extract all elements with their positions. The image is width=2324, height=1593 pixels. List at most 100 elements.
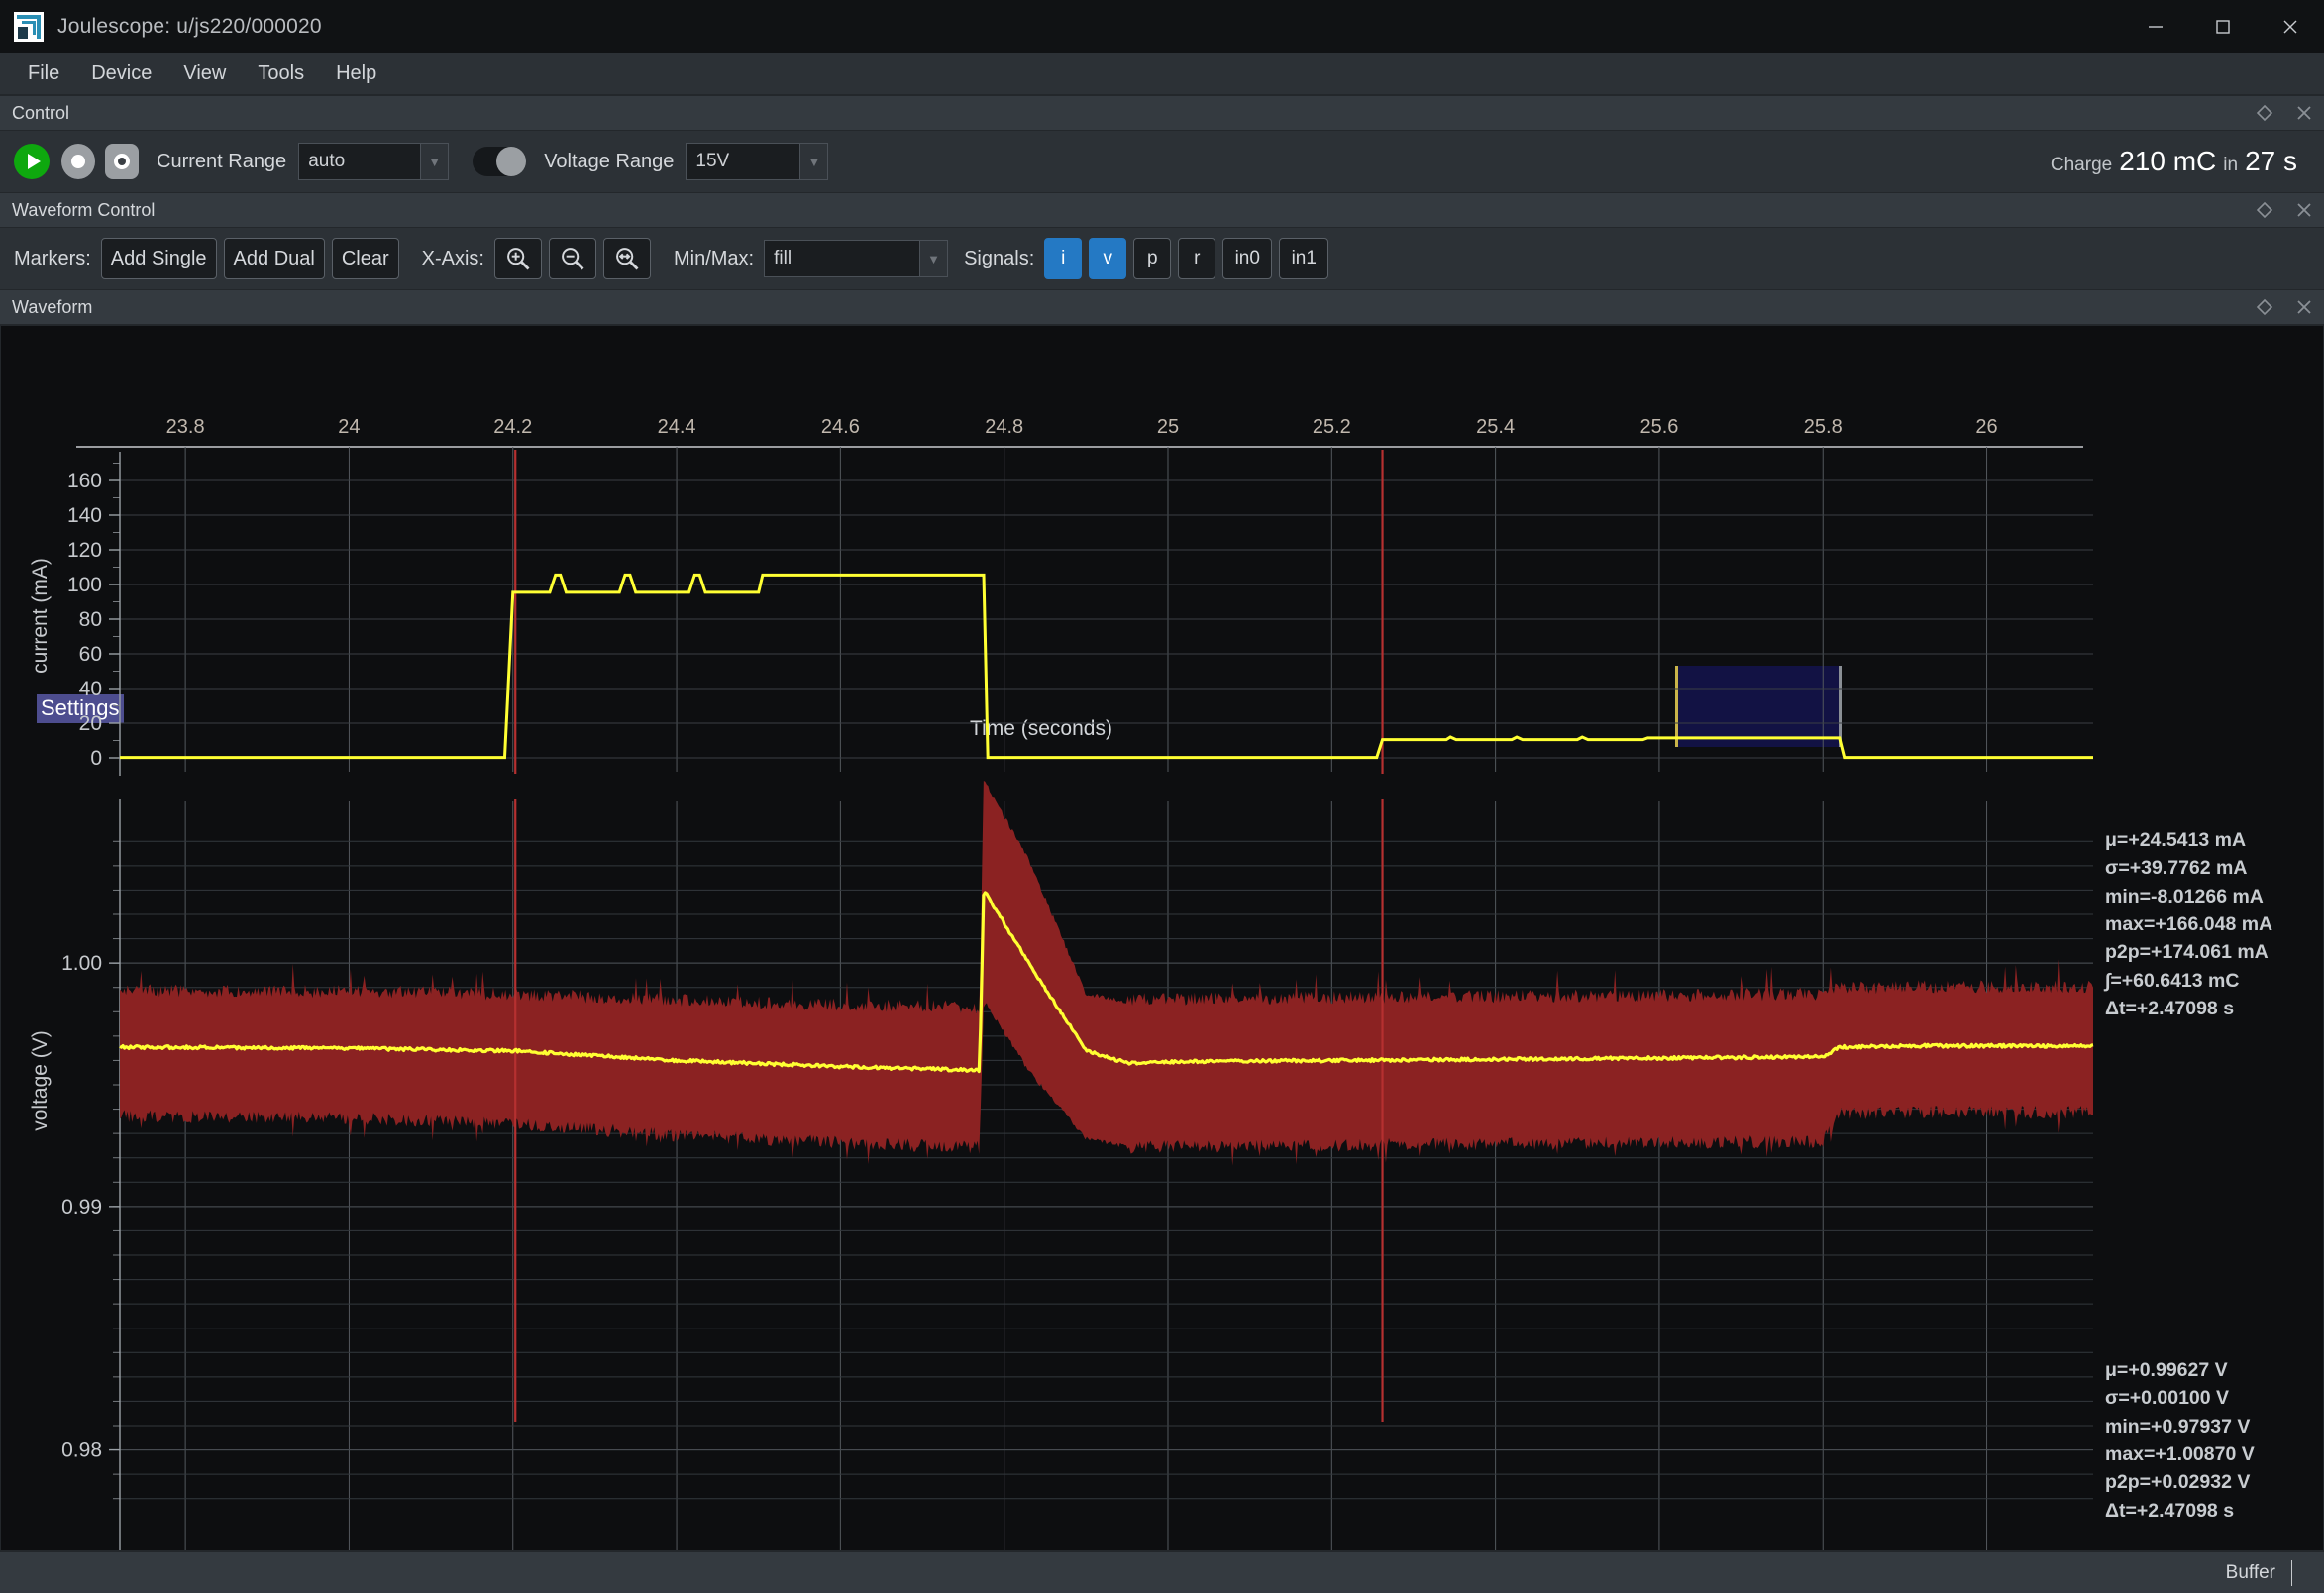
signal-button-in0[interactable]: in0 <box>1222 238 1272 279</box>
svg-text:100: 100 <box>67 574 102 596</box>
current-stat-min: min=-8.01266 mA <box>2105 883 2272 910</box>
waveform-control-panel-header: Waveform Control <box>0 192 2324 228</box>
signal-button-v[interactable]: v <box>1089 238 1126 279</box>
close-icon[interactable] <box>2284 96 2324 130</box>
maximize-icon[interactable] <box>2189 0 2257 53</box>
signal-button-i[interactable]: i <box>1044 238 1082 279</box>
waveform-panel-title: Waveform <box>0 297 92 318</box>
signal-button-p[interactable]: p <box>1133 238 1171 279</box>
charge-mid: in <box>2223 155 2238 176</box>
close-icon[interactable] <box>2284 193 2324 227</box>
voltage-toggle[interactable] <box>473 147 526 176</box>
voltage-stat-max: max=+1.00870 V <box>2105 1440 2255 1468</box>
menu-view[interactable]: View <box>167 56 242 91</box>
voltage-stat-mean: μ=+0.99627 V <box>2105 1356 2255 1384</box>
minmax-label: Min/Max: <box>674 248 754 270</box>
markers-label: Markers: <box>14 248 91 270</box>
menu-device[interactable]: Device <box>75 56 167 91</box>
status-separator <box>2291 1560 2292 1586</box>
svg-text:0.98: 0.98 <box>61 1439 102 1462</box>
play-button[interactable] <box>14 144 50 179</box>
chevron-down-icon: ▼ <box>799 144 827 179</box>
svg-text:60: 60 <box>79 643 102 666</box>
svg-text:25.6: 25.6 <box>1639 416 1678 438</box>
record-statistics-button[interactable] <box>105 144 139 179</box>
menu-tools[interactable]: Tools <box>242 56 320 91</box>
svg-text:140: 140 <box>67 504 102 527</box>
svg-text:80: 80 <box>79 608 102 631</box>
zoom-fit-button[interactable] <box>603 238 651 279</box>
svg-text:25.2: 25.2 <box>1313 416 1351 438</box>
svg-text:24.2: 24.2 <box>493 416 532 438</box>
zoom-in-button[interactable] <box>494 238 542 279</box>
joulescope-logo-icon <box>14 12 44 42</box>
voltage-range-select[interactable]: 15V ▼ <box>686 143 828 180</box>
buffer-label: Buffer <box>2226 1562 2275 1584</box>
svg-text:40: 40 <box>79 678 102 700</box>
waveform-control-panel-title: Waveform Control <box>0 200 155 221</box>
menu-file[interactable]: File <box>12 56 75 91</box>
waveform-plot-area[interactable]: Settings Time (seconds) 23.82424.224.424… <box>0 325 2324 1551</box>
record-button[interactable] <box>61 144 95 179</box>
clear-markers-button[interactable]: Clear <box>332 238 399 279</box>
signal-button-r[interactable]: r <box>1178 238 1215 279</box>
zoom-fit-icon <box>613 245 641 272</box>
float-diamond-icon[interactable] <box>2245 290 2284 324</box>
charge-readout: Charge 210 mC in 27 s <box>2051 146 2310 177</box>
svg-text:25.8: 25.8 <box>1804 416 1843 438</box>
svg-text:25: 25 <box>1157 416 1179 438</box>
charge-prefix: Charge <box>2051 155 2112 176</box>
waveform-control-toolbar: Markers: Add Single Add Dual Clear X-Axi… <box>0 228 2324 289</box>
current-stat-std: σ=+39.7762 mA <box>2105 854 2272 882</box>
zoom-out-button[interactable] <box>549 238 596 279</box>
signals-label: Signals: <box>964 248 1034 270</box>
title-bar: Joulescope: u/js220/000020 <box>0 0 2324 53</box>
float-diamond-icon[interactable] <box>2245 96 2284 130</box>
current-statistics: μ=+24.5413 mA σ=+39.7762 mA min=-8.01266… <box>2105 826 2272 1023</box>
float-diamond-icon[interactable] <box>2245 193 2284 227</box>
svg-text:voltage (V): voltage (V) <box>29 1030 52 1131</box>
toggle-knob <box>496 147 526 176</box>
control-panel-header: Control <box>0 95 2324 131</box>
menu-help[interactable]: Help <box>320 56 392 91</box>
charge-value: 210 mC <box>2119 146 2216 177</box>
control-toolbar: Current Range auto ▼ Voltage Range 15V ▼… <box>0 131 2324 192</box>
waveform-panel-header: Waveform <box>0 289 2324 325</box>
chevron-down-icon: ▼ <box>420 144 448 179</box>
x-axis-label: X-Axis: <box>422 248 484 270</box>
current-stat-max: max=+166.048 mA <box>2105 910 2272 938</box>
signal-button-in1[interactable]: in1 <box>1279 238 1328 279</box>
close-icon[interactable] <box>2284 290 2324 324</box>
voltage-range-label: Voltage Range <box>544 151 674 173</box>
play-icon <box>28 154 41 169</box>
minmax-value: fill <box>765 248 792 269</box>
control-panel-title: Control <box>0 103 69 124</box>
current-stat-p2p: p2p=+174.061 mA <box>2105 938 2272 966</box>
svg-text:24.4: 24.4 <box>658 416 696 438</box>
charge-time: 27 s <box>2245 146 2297 177</box>
svg-text:current (mA): current (mA) <box>29 558 52 674</box>
svg-text:24.6: 24.6 <box>821 416 860 438</box>
close-icon[interactable] <box>2257 0 2324 53</box>
chevron-down-icon: ▼ <box>919 241 947 276</box>
svg-text:25.4: 25.4 <box>1476 416 1515 438</box>
svg-text:24: 24 <box>338 416 360 438</box>
add-single-marker-button[interactable]: Add Single <box>101 238 217 279</box>
svg-text:120: 120 <box>67 539 102 562</box>
status-bar: Buffer <box>0 1551 2324 1593</box>
minimize-icon[interactable] <box>2122 0 2189 53</box>
svg-text:24.8: 24.8 <box>985 416 1023 438</box>
voltage-range-value: 15V <box>687 151 729 172</box>
voltage-stat-dt: Δt=+2.47098 s <box>2105 1497 2255 1525</box>
zoom-in-icon <box>504 245 532 272</box>
record-circle-icon <box>71 155 85 168</box>
current-range-select[interactable]: auto ▼ <box>298 143 449 180</box>
window-buttons <box>2122 0 2324 53</box>
minmax-select[interactable]: fill ▼ <box>764 240 948 277</box>
svg-text:23.8: 23.8 <box>166 416 205 438</box>
voltage-statistics: μ=+0.99627 V σ=+0.00100 V min=+0.97937 V… <box>2105 1356 2255 1525</box>
waveform-chart: 23.8 24 24.2 24.4 24.6 24.8 25 25.2 25.4 25.6 25.8… <box>1 326 2323 1551</box>
voltage-stat-std: σ=+0.00100 V <box>2105 1384 2255 1412</box>
add-dual-marker-button[interactable]: Add Dual <box>224 238 325 279</box>
svg-text:0: 0 <box>90 747 102 770</box>
